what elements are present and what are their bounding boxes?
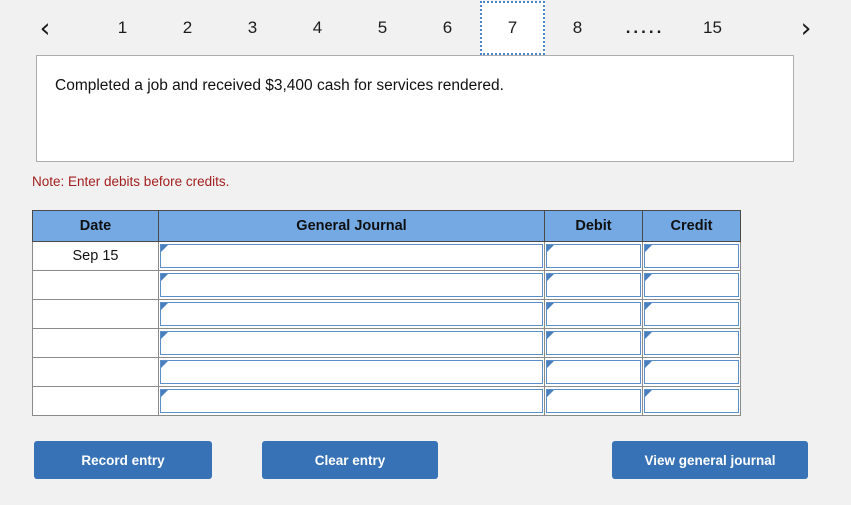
table-row (32, 299, 741, 329)
credit-input[interactable] (644, 389, 739, 413)
journal-date-cell[interactable] (32, 270, 159, 300)
debits-before-credits-note: Note: Enter debits before credits. (32, 174, 230, 189)
journal-debit-cell (544, 357, 643, 387)
pagination-page-7[interactable]: 7 (480, 1, 545, 55)
general-journal-input[interactable] (160, 360, 543, 384)
table-row (32, 270, 741, 300)
pagination-page-4[interactable]: 4 (285, 0, 350, 56)
transaction-prompt-box: Completed a job and received $3,400 cash… (36, 55, 794, 162)
journal-date-cell[interactable] (32, 357, 159, 387)
column-header-debit: Debit (544, 210, 643, 242)
pagination-page-8[interactable]: 8 (545, 0, 610, 56)
pagination-page-5[interactable]: 5 (350, 0, 415, 56)
table-row: Sep 15 (32, 241, 741, 271)
column-header-date: Date (32, 210, 159, 242)
debit-input[interactable] (546, 244, 641, 268)
pagination-page-15[interactable]: 15 (680, 0, 745, 56)
journal-date-cell[interactable] (32, 386, 159, 416)
journal-table-body: Sep 15 (32, 241, 741, 416)
column-header-general-journal: General Journal (158, 210, 545, 242)
record-entry-button[interactable]: Record entry (34, 441, 212, 479)
pagination-page-2[interactable]: 2 (155, 0, 220, 56)
journal-general_journal-cell (158, 328, 545, 358)
journal-credit-cell (642, 328, 741, 358)
journal-general_journal-cell (158, 357, 545, 387)
journal-credit-cell (642, 241, 741, 271)
journal-date-cell[interactable] (32, 328, 159, 358)
journal-header-row: Date General Journal Debit Credit (32, 210, 741, 242)
pagination-ellipsis: ..... (625, 18, 665, 37)
credit-input[interactable] (644, 360, 739, 384)
journal-general_journal-cell (158, 270, 545, 300)
journal-credit-cell (642, 357, 741, 387)
debit-input[interactable] (546, 360, 641, 384)
debit-input[interactable] (546, 302, 641, 326)
debit-input[interactable] (546, 273, 641, 297)
general-journal-input[interactable] (160, 244, 543, 268)
general-journal-input[interactable] (160, 389, 543, 413)
credit-input[interactable] (644, 244, 739, 268)
pagination-numbers: 1 2 3 4 5 6 7 8..... 15 (90, 0, 851, 56)
credit-input[interactable] (644, 302, 739, 326)
clear-entry-button[interactable]: Clear entry (262, 441, 438, 479)
view-general-journal-button[interactable]: View general journal (612, 441, 808, 479)
journal-credit-cell (642, 270, 741, 300)
journal-credit-cell (642, 386, 741, 416)
column-header-credit: Credit (642, 210, 741, 242)
chevron-left-icon[interactable]: ‹ (22, 0, 68, 56)
journal-general_journal-cell (158, 299, 545, 329)
credit-input[interactable] (644, 331, 739, 355)
pagination-page-6[interactable]: 6 (415, 0, 480, 56)
pagination-bar: ‹ 1 2 3 4 5 6 7 8..... 15 › (0, 0, 851, 56)
journal-date-cell[interactable] (32, 299, 159, 329)
journal-debit-cell (544, 386, 643, 416)
pagination-page-3[interactable]: 3 (220, 0, 285, 56)
journal-table-head: Date General Journal Debit Credit (32, 210, 741, 242)
credit-input[interactable] (644, 273, 739, 297)
table-row (32, 328, 741, 358)
journal-debit-cell (544, 270, 643, 300)
transaction-description: Completed a job and received $3,400 cash… (55, 77, 504, 94)
general-journal-input[interactable] (160, 302, 543, 326)
journal-debit-cell (544, 241, 643, 271)
journal-debit-cell (544, 299, 643, 329)
chevron-right-icon[interactable]: › (783, 0, 829, 56)
general-journal-table: Date General Journal Debit Credit Sep 15 (32, 210, 741, 416)
journal-debit-cell (544, 328, 643, 358)
debit-input[interactable] (546, 389, 641, 413)
debit-input[interactable] (546, 331, 641, 355)
journal-general_journal-cell (158, 241, 545, 271)
pagination-page-1[interactable]: 1 (90, 0, 155, 56)
journal-date-cell[interactable]: Sep 15 (32, 241, 159, 271)
general-journal-input[interactable] (160, 273, 543, 297)
journal-entry-page: ‹ 1 2 3 4 5 6 7 8..... 15 › Completed a job and … (0, 0, 851, 505)
table-row (32, 357, 741, 387)
journal-credit-cell (642, 299, 741, 329)
table-row (32, 386, 741, 416)
general-journal-input[interactable] (160, 331, 543, 355)
journal-general_journal-cell (158, 386, 545, 416)
